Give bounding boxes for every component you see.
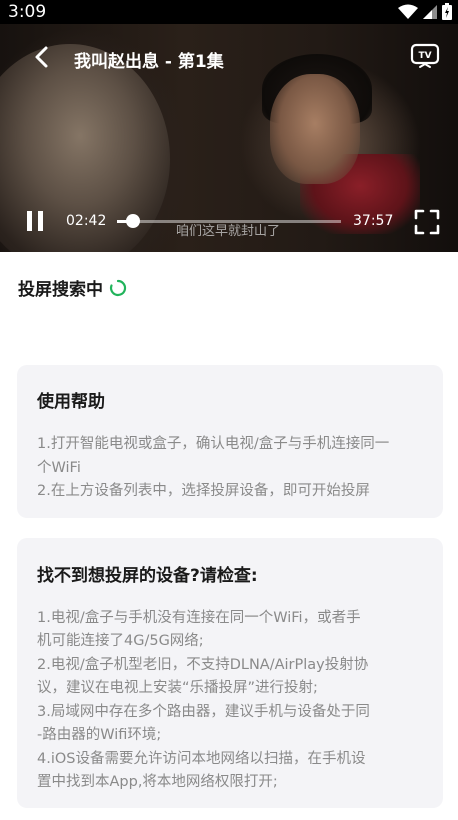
troubleshoot-card-title: 找不到想投屏的设备?请检查:: [37, 566, 258, 586]
svg-text:TV: TV: [418, 51, 431, 61]
tv-cast-icon[interactable]: TV: [410, 43, 440, 69]
troubleshoot-card: 找不到想投屏的设备?请检查: 1.电视/盒子与手机没有连接在同一个WiFi，或者…: [17, 538, 443, 808]
troubleshoot-line: 1.电视/盒子与手机没有连接在同一个WiFi，或者手: [37, 610, 361, 626]
fullscreen-icon[interactable]: [414, 209, 440, 235]
status-icons: [398, 3, 452, 20]
troubleshoot-line: 2.电视/盒子机型老旧，不支持DLNA/AirPlay投射协: [37, 657, 369, 673]
video-player[interactable]: 我叫赵出息 - 第1集 TV 02:42 咱们这早就封山了 37:57: [0, 24, 458, 252]
video-frame-face: [270, 74, 360, 184]
troubleshoot-line: -路由器的Wifi环境;: [37, 727, 162, 743]
status-bar: 3:09: [0, 0, 458, 24]
cast-search-label: 投屏搜索中: [18, 280, 103, 300]
help-line: 2.在上方设备列表中，选择投屏设备，即可开始投屏: [37, 483, 370, 499]
seek-bar[interactable]: [117, 214, 341, 228]
status-time: 3:09: [8, 2, 47, 22]
cast-search-status: 投屏搜索中: [18, 275, 127, 300]
help-line: 1.打开智能电视或盒子，确认电视/盒子与手机连接同一: [37, 436, 390, 452]
video-title: 我叫赵出息 - 第1集: [74, 52, 224, 72]
troubleshoot-line: 置中找到本App,将本地网络权限打开;: [37, 774, 278, 790]
pause-icon[interactable]: [24, 210, 46, 232]
help-card: 使用帮助 1.打开智能电视或盒子，确认电视/盒子与手机连接同一 个WiFi 2.…: [17, 365, 443, 518]
help-line: 个WiFi: [37, 460, 81, 476]
help-card-title: 使用帮助: [37, 392, 105, 412]
current-time: 02:42: [66, 213, 107, 229]
battery-icon: [442, 3, 452, 20]
wifi-icon: [398, 4, 418, 19]
signal-icon: [423, 4, 437, 19]
troubleshoot-line: 机可能连接了4G/5G网络;: [37, 633, 204, 649]
loading-spinner-icon: [109, 279, 127, 296]
total-time: 37:57: [353, 213, 394, 229]
troubleshoot-line: 议，建议在电视上安装“乐播投屏”进行投射;: [37, 680, 318, 696]
troubleshoot-line: 3.局域网中存在多个路由器，建议手机与设备处于同: [37, 704, 370, 720]
back-arrow-icon[interactable]: [30, 44, 56, 70]
seek-bar-thumb[interactable]: [125, 214, 140, 228]
troubleshoot-line: 4.iOS设备需要允许访问本地网络以扫描，在手机设: [37, 751, 366, 767]
